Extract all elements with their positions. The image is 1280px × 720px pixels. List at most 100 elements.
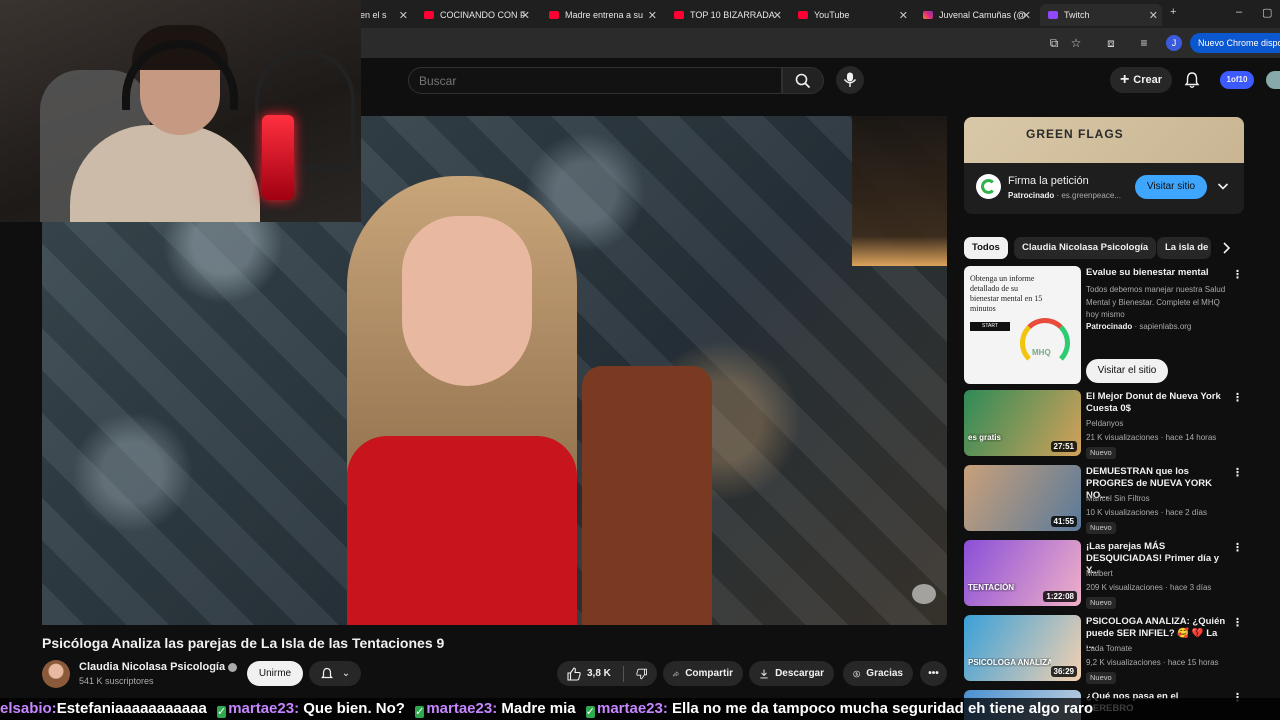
browser-tab[interactable]: en el s ✕ <box>352 4 412 26</box>
video-thumbnail[interactable]: PSICOLOGA ANALIZA PAREJAS DE LA I36:29 <box>964 615 1081 681</box>
video-channel-name[interactable]: Maricel Sin Filtros <box>1086 493 1231 506</box>
thumbnail-text: TENTACIÓN <box>968 583 1015 592</box>
media-control-icon[interactable]: ≡ <box>1136 35 1152 51</box>
video-channel-name[interactable]: Lada Tomate <box>1086 643 1231 656</box>
channel-watermark-icon[interactable] <box>912 584 936 604</box>
browser-tab[interactable]: TOP 10 BIZARRADA ✕ <box>666 4 786 26</box>
video-channel-name[interactable]: Peldanyos <box>1086 418 1231 431</box>
share-button[interactable]: Compartir <box>663 661 743 686</box>
minimize-icon[interactable]: – <box>1236 6 1242 18</box>
account-avatar[interactable]: 1of10 <box>1220 71 1254 89</box>
share-label: Compartir <box>685 668 733 679</box>
more-vertical-icon[interactable]: ⋮ <box>1232 616 1243 630</box>
instagram-favicon-icon <box>923 11 933 19</box>
join-button[interactable]: Unirme <box>247 661 303 686</box>
chat-message: Que bien. No? <box>303 700 405 717</box>
new-badge: Nuevo <box>1086 672 1116 684</box>
microphone-light <box>262 115 294 200</box>
chevron-down-icon[interactable] <box>1216 179 1230 193</box>
new-tab-icon[interactable]: + <box>1170 6 1176 18</box>
more-vertical-icon[interactable]: ⋮ <box>1232 391 1243 405</box>
extensions-icon[interactable]: ⧈ <box>1103 35 1119 51</box>
video-duration: 1:22:08 <box>1043 591 1077 602</box>
bookmark-star-icon[interactable]: ☆ <box>1068 35 1084 51</box>
thumbs-down-icon[interactable] <box>635 667 647 681</box>
chip-channel[interactable]: Claudia Nicolasa Psicología <box>1014 237 1157 259</box>
video-lamp <box>852 116 947 266</box>
video-channel-name[interactable]: Malbert <box>1086 568 1231 581</box>
sponsored-title[interactable]: Evalue su bienestar mental <box>1086 267 1226 279</box>
video-stats: 21 K visualizaciones · hace 14 horas <box>1086 433 1217 442</box>
chrome-profile-avatar[interactable]: J <box>1166 35 1182 51</box>
screen-cast-icon[interactable]: ⧉ <box>1046 35 1062 51</box>
subscribe-notifications-button[interactable]: ⌄ <box>309 661 361 686</box>
like-button[interactable]: 3,8 K <box>567 666 611 681</box>
thanks-button[interactable]: $ Gracias <box>843 661 913 686</box>
more-horizontal-icon: ••• <box>928 668 939 679</box>
like-dislike-group: 3,8 K <box>557 661 657 686</box>
notifications-bell-icon[interactable] <box>1183 71 1201 89</box>
video-thumbnail[interactable]: es gratis 27:51 <box>964 390 1081 456</box>
visit-the-site-button[interactable]: Visitar el sitio <box>1086 359 1168 383</box>
close-tab-icon[interactable]: ✕ <box>1022 9 1031 22</box>
maximize-icon[interactable]: ▢ <box>1262 6 1272 19</box>
close-tab-icon[interactable]: ✕ <box>773 9 782 22</box>
more-vertical-icon[interactable]: ⋮ <box>1232 268 1243 282</box>
download-button[interactable]: Descargar <box>749 661 834 686</box>
sponsored-label: Patrocinado <box>1086 322 1133 331</box>
visit-site-button[interactable]: Visitar sitio <box>1135 175 1207 199</box>
chat-message: Ella no me da tampoco mucha seguridad eh… <box>672 700 1093 717</box>
thumbnail-text: es gratis <box>968 433 1001 442</box>
new-badge: Nuevo <box>1086 597 1116 609</box>
close-tab-icon[interactable]: ✕ <box>521 9 530 22</box>
video-title-link[interactable]: El Mejor Donut de Nueva York Cuesta 0$ <box>1086 391 1226 415</box>
video-thumbnail[interactable]: 41:55 <box>964 465 1081 531</box>
search-button[interactable] <box>782 67 824 94</box>
close-tab-icon[interactable]: ✕ <box>1149 9 1158 22</box>
chevron-right-icon[interactable] <box>1218 240 1234 256</box>
sponsored-label: Patrocinado <box>1008 191 1055 200</box>
channel-name[interactable]: Claudia Nicolasa Psicología <box>79 661 238 673</box>
sponsored-domain: sapienlabs.org <box>1139 322 1192 331</box>
channel-avatar[interactable] <box>42 660 70 688</box>
more-vertical-icon[interactable]: ⋮ <box>1232 466 1243 480</box>
close-tab-icon[interactable]: ✕ <box>899 9 908 22</box>
more-actions-button[interactable]: ••• <box>920 661 947 686</box>
browser-tab[interactable]: YouTube ✕ <box>790 4 912 26</box>
close-tab-icon[interactable]: ✕ <box>399 9 408 22</box>
tab-label: Madre entrena a su <box>565 10 644 20</box>
video-duration: 27:51 <box>1050 441 1077 452</box>
thumbnail-logo-text: MHQ <box>1032 348 1051 357</box>
ad-card[interactable]: GREEN FLAGS Firma la petición Patrocinad… <box>964 117 1244 214</box>
video-title: Psicóloga Analiza las parejas de La Isla… <box>42 635 445 651</box>
tab-label: COCINANDO CON F <box>440 10 526 20</box>
video-presenter <box>292 176 632 625</box>
browser-tab-active[interactable]: Twitch ✕ <box>1040 4 1162 26</box>
tab-label: en el s <box>360 10 387 20</box>
subscriber-count: 541 K suscriptores <box>79 676 154 686</box>
close-tab-icon[interactable]: ✕ <box>648 9 657 22</box>
youtube-favicon-icon <box>674 11 684 19</box>
chrome-update-button[interactable]: Nuevo Chrome dispon <box>1190 33 1280 53</box>
more-vertical-icon[interactable]: ⋮ <box>1232 541 1243 555</box>
browser-tab[interactable]: COCINANDO CON F ✕ <box>416 4 534 26</box>
search-input[interactable] <box>419 74 759 88</box>
ad-banner[interactable]: GREEN FLAGS <box>964 117 1244 163</box>
chip-la-isla[interactable]: La isla de <box>1157 237 1211 259</box>
browser-tab[interactable]: Juvenal Camuñas (@ ✕ <box>915 4 1035 26</box>
gauge-icon <box>1020 318 1070 368</box>
voice-search-button[interactable] <box>836 66 864 94</box>
chip-all[interactable]: Todos <box>964 237 1008 259</box>
create-button[interactable]: + Crear <box>1110 67 1172 93</box>
browser-tab[interactable]: Madre entrena a su ✕ <box>541 4 661 26</box>
video-stats: 9,2 K visualizaciones · hace 15 horas <box>1086 658 1219 667</box>
greenpeace-logo-icon <box>976 174 1001 199</box>
thumbnail-text: PSICOLOGA ANALIZA PAREJAS DE LA I <box>968 658 1051 667</box>
search-box[interactable] <box>408 67 782 94</box>
checkmark-emote-icon: ✓ <box>415 706 425 718</box>
account-avatar-edge[interactable] <box>1266 71 1280 89</box>
new-badge: Nuevo <box>1086 447 1116 459</box>
ad-banner-logo-text: GREEN FLAGS <box>1026 127 1124 141</box>
sponsored-thumbnail[interactable]: Obtenga un informe detallado de su biene… <box>964 266 1081 384</box>
video-thumbnail[interactable]: TENTACIÓN 1:22:08 <box>964 540 1081 606</box>
